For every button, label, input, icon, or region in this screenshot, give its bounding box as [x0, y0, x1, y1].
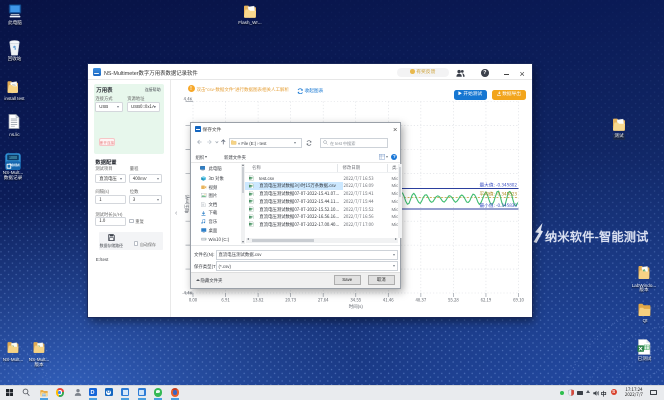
svg-text:1000: 1000	[9, 156, 17, 161]
svg-text:27.64: 27.64	[318, 297, 329, 303]
svg-text:4.4K: 4.4K	[184, 97, 193, 103]
svg-text:48.37: 48.37	[415, 297, 426, 303]
svg-text:20.73: 20.73	[285, 297, 296, 303]
svg-text:6.91: 6.91	[221, 297, 230, 303]
svg-text:-4.4K: -4.4K	[182, 291, 192, 297]
svg-text:最小值: -0.345830: 最小值: -0.345830	[479, 202, 517, 209]
svg-text:0.00: 0.00	[189, 297, 198, 303]
svg-text:69.10: 69.10	[513, 297, 524, 303]
svg-text:55.28: 55.28	[448, 297, 459, 303]
svg-text:62.19: 62.19	[481, 297, 492, 303]
svg-text:时间(s): 时间(s)	[349, 303, 364, 310]
svg-text:平均值: -0.345823: 平均值: -0.345823	[479, 191, 517, 198]
svg-text:41.46: 41.46	[383, 297, 394, 303]
svg-text:最大值: -0.345802: 最大值: -0.345802	[479, 181, 517, 188]
svg-text:34.55: 34.55	[350, 297, 361, 303]
svg-text:13.82: 13.82	[253, 297, 264, 303]
